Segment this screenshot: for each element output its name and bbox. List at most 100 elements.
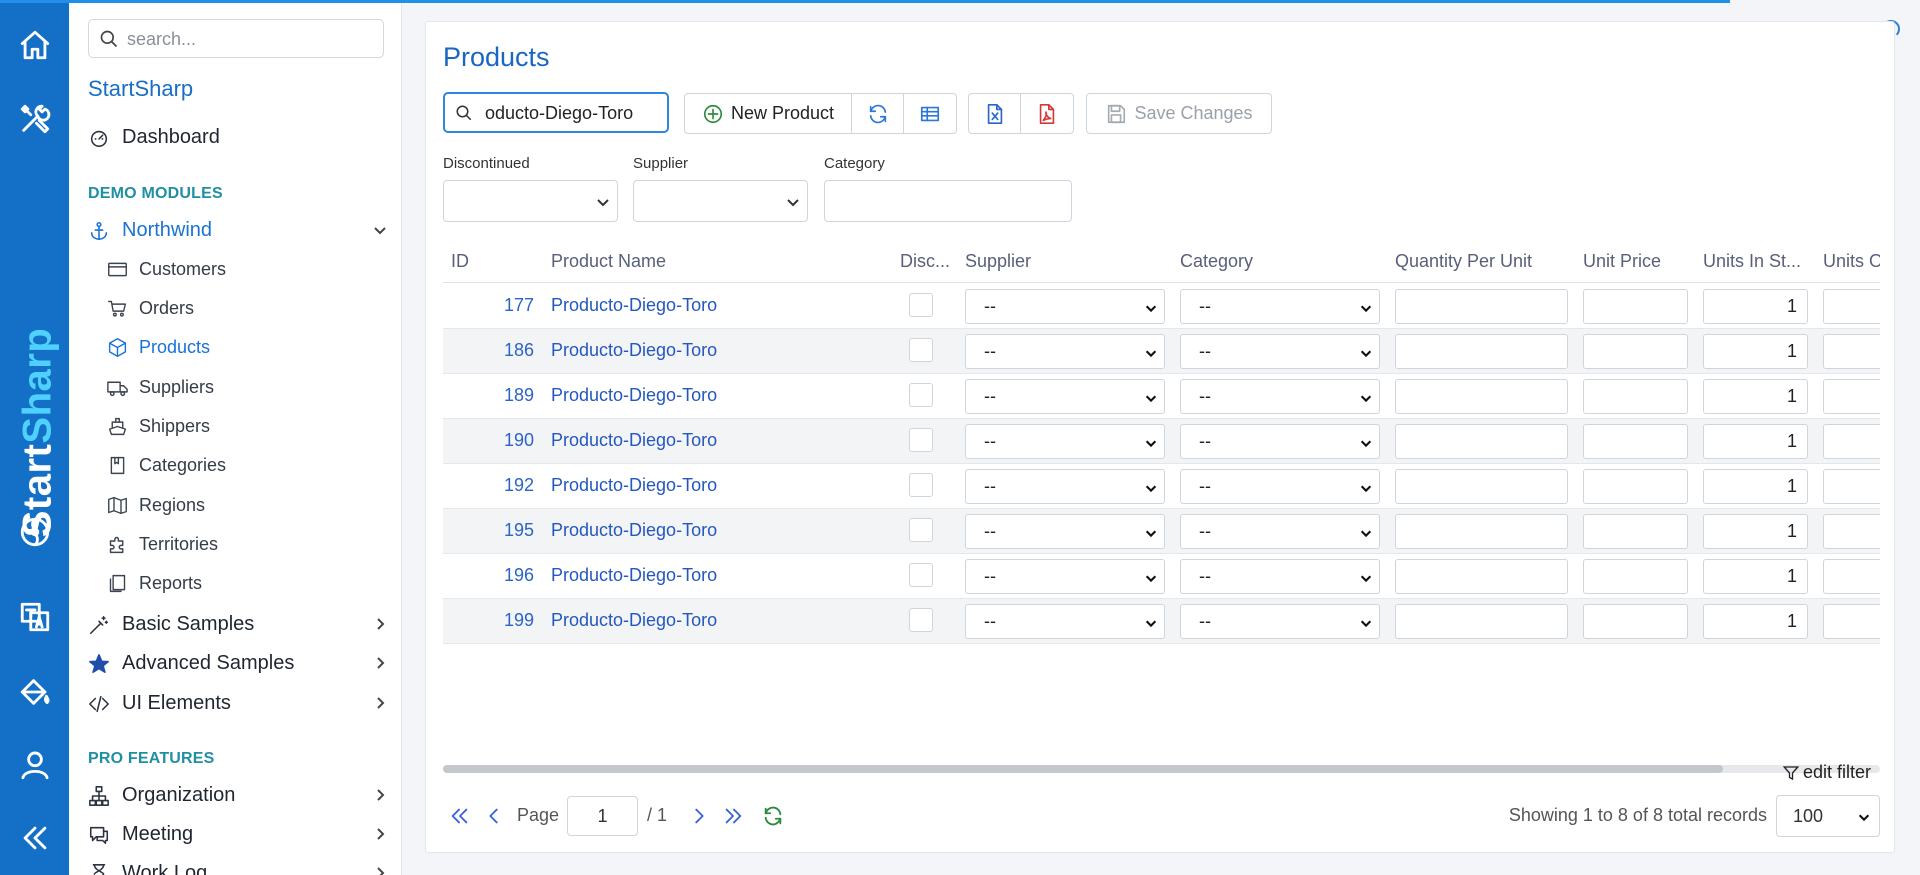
- cell-units-in-stock-input[interactable]: 1: [1703, 514, 1808, 549]
- col-header-category[interactable]: Category: [1180, 251, 1253, 272]
- sidebar-search-input[interactable]: [127, 25, 367, 53]
- cell-discontinued-checkbox[interactable]: [909, 338, 933, 362]
- collapse-sidebar-icon[interactable]: [0, 818, 69, 858]
- user-icon[interactable]: [0, 745, 69, 785]
- home-icon[interactable]: [0, 25, 69, 65]
- new-product-button[interactable]: New Product: [685, 94, 852, 133]
- cell-units-on-order-input[interactable]: [1823, 514, 1880, 549]
- cell-product-name-link[interactable]: Producto-Diego-Toro: [551, 295, 717, 316]
- cell-unit-price-input[interactable]: [1583, 469, 1688, 504]
- cell-units-in-stock-input[interactable]: 1: [1703, 604, 1808, 639]
- cell-quantity-per-unit-input[interactable]: [1395, 334, 1568, 369]
- scrollbar-thumb[interactable]: [443, 765, 1723, 773]
- sidebar-item-basic-samples[interactable]: Basic Samples: [88, 613, 388, 636]
- cell-supplier-select[interactable]: --: [965, 469, 1165, 504]
- sidebar-item-northwind[interactable]: Northwind: [88, 219, 388, 242]
- filter-category-input[interactable]: [824, 180, 1072, 222]
- cell-quantity-per-unit-input[interactable]: [1395, 604, 1568, 639]
- sidebar-item-customers[interactable]: Customers: [106, 258, 366, 280]
- cell-unit-price-input[interactable]: [1583, 334, 1688, 369]
- filter-discontinued-select[interactable]: [443, 180, 618, 222]
- col-header-discontinued[interactable]: Disc...: [900, 251, 950, 272]
- last-page-icon[interactable]: [722, 805, 744, 827]
- cell-discontinued-checkbox[interactable]: [909, 473, 933, 497]
- cell-units-in-stock-input[interactable]: 1: [1703, 469, 1808, 504]
- sidebar-item-suppliers[interactable]: Suppliers: [106, 376, 366, 398]
- refresh-button[interactable]: [852, 94, 904, 133]
- sidebar-item-organization[interactable]: Organization: [88, 784, 388, 807]
- cell-unit-price-input[interactable]: [1583, 289, 1688, 324]
- next-page-icon[interactable]: [688, 805, 710, 827]
- sidebar-item-ui-elements[interactable]: UI Elements: [88, 692, 388, 715]
- col-header-units-on-order[interactable]: Units O: [1823, 251, 1880, 272]
- cell-supplier-select[interactable]: --: [965, 559, 1165, 594]
- sidebar-item-advanced-samples[interactable]: Advanced Samples: [88, 652, 388, 675]
- horizontal-scrollbar[interactable]: [443, 765, 1880, 773]
- cell-supplier-select[interactable]: --: [965, 514, 1165, 549]
- cell-product-name-link[interactable]: Producto-Diego-Toro: [551, 610, 717, 631]
- cell-quantity-per-unit-input[interactable]: [1395, 424, 1568, 459]
- cell-units-on-order-input[interactable]: [1823, 559, 1880, 594]
- export-excel-button[interactable]: [969, 94, 1021, 133]
- cell-unit-price-input[interactable]: [1583, 379, 1688, 414]
- filter-supplier-select[interactable]: [633, 180, 808, 222]
- cell-category-select[interactable]: --: [1180, 424, 1380, 459]
- cell-supplier-select[interactable]: --: [965, 379, 1165, 414]
- cell-product-name-link[interactable]: Producto-Diego-Toro: [551, 340, 717, 361]
- cell-unit-price-input[interactable]: [1583, 514, 1688, 549]
- column-picker-button[interactable]: [904, 94, 956, 133]
- col-header-id[interactable]: ID: [451, 251, 469, 272]
- cell-discontinued-checkbox[interactable]: [909, 518, 933, 542]
- cell-category-select[interactable]: --: [1180, 559, 1380, 594]
- col-header-unit-price[interactable]: Unit Price: [1583, 251, 1661, 272]
- quick-search-input[interactable]: oducto-Diego-Toro: [443, 92, 669, 133]
- cell-quantity-per-unit-input[interactable]: [1395, 559, 1568, 594]
- cell-units-in-stock-input[interactable]: 1: [1703, 559, 1808, 594]
- sidebar-item-meeting[interactable]: Meeting: [88, 823, 388, 846]
- save-changes-button[interactable]: Save Changes: [1087, 94, 1271, 133]
- sidebar-item-shippers[interactable]: Shippers: [106, 415, 366, 437]
- sidebar-item-reports[interactable]: Reports: [106, 572, 366, 594]
- cell-units-on-order-input[interactable]: [1823, 289, 1880, 324]
- sidebar-item-categories[interactable]: Categories: [106, 454, 366, 476]
- cell-units-on-order-input[interactable]: [1823, 379, 1880, 414]
- cell-units-on-order-input[interactable]: [1823, 424, 1880, 459]
- cell-category-select[interactable]: --: [1180, 604, 1380, 639]
- sidebar-search[interactable]: [88, 19, 384, 58]
- cell-supplier-select[interactable]: --: [965, 604, 1165, 639]
- cell-discontinued-checkbox[interactable]: [909, 293, 933, 317]
- sidebar-item-regions[interactable]: Regions: [106, 494, 366, 516]
- sidebar-item-dashboard[interactable]: Dashboard: [88, 126, 388, 149]
- paint-bucket-icon[interactable]: [0, 672, 69, 712]
- cell-category-select[interactable]: --: [1180, 289, 1380, 324]
- col-header-units-in-stock[interactable]: Units In St...: [1703, 251, 1801, 272]
- page-size-select[interactable]: 100: [1776, 795, 1880, 837]
- previous-page-icon[interactable]: [483, 805, 505, 827]
- cell-product-name-link[interactable]: Producto-Diego-Toro: [551, 385, 717, 406]
- col-header-supplier[interactable]: Supplier: [965, 251, 1031, 272]
- cell-product-name-link[interactable]: Producto-Diego-Toro: [551, 475, 717, 496]
- cell-discontinued-checkbox[interactable]: [909, 383, 933, 407]
- cell-category-select[interactable]: --: [1180, 469, 1380, 504]
- cell-unit-price-input[interactable]: [1583, 604, 1688, 639]
- cell-product-name-link[interactable]: Producto-Diego-Toro: [551, 565, 717, 586]
- cell-units-on-order-input[interactable]: [1823, 604, 1880, 639]
- cell-discontinued-checkbox[interactable]: [909, 563, 933, 587]
- cell-category-select[interactable]: --: [1180, 334, 1380, 369]
- sidebar-item-products[interactable]: Products: [106, 336, 366, 358]
- cell-discontinued-checkbox[interactable]: [909, 608, 933, 632]
- cell-units-on-order-input[interactable]: [1823, 469, 1880, 504]
- cell-units-in-stock-input[interactable]: 1: [1703, 334, 1808, 369]
- cell-supplier-select[interactable]: --: [965, 289, 1165, 324]
- sidebar-item-work-log[interactable]: Work Log: [88, 862, 388, 875]
- col-header-quantity-per-unit[interactable]: Quantity Per Unit: [1395, 251, 1532, 272]
- cell-supplier-select[interactable]: --: [965, 334, 1165, 369]
- cell-discontinued-checkbox[interactable]: [909, 428, 933, 452]
- cell-product-name-link[interactable]: Producto-Diego-Toro: [551, 520, 717, 541]
- cell-unit-price-input[interactable]: [1583, 424, 1688, 459]
- cell-quantity-per-unit-input[interactable]: [1395, 469, 1568, 504]
- cell-units-in-stock-input[interactable]: 1: [1703, 379, 1808, 414]
- translate-icon[interactable]: [0, 597, 69, 637]
- reload-icon[interactable]: [762, 805, 784, 827]
- cell-product-name-link[interactable]: Producto-Diego-Toro: [551, 430, 717, 451]
